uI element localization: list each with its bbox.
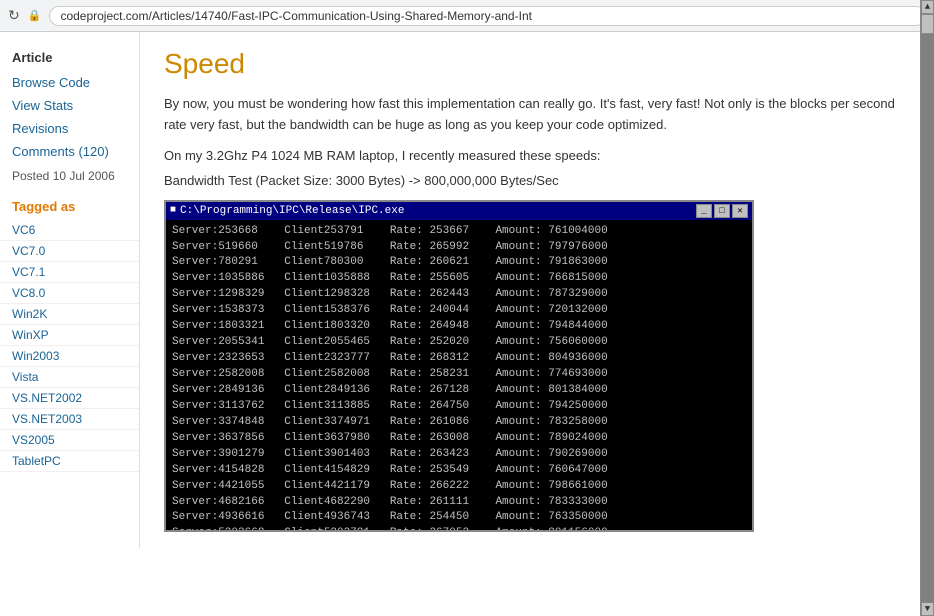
terminal-minimize-btn[interactable]: _ [696,204,712,218]
sidebar-link-revisions[interactable]: Revisions [0,117,139,140]
sidebar-posted-date: Posted 10 Jul 2006 [0,163,139,189]
sidebar-link-view-stats[interactable]: View Stats [0,94,139,117]
sidebar-tags-container: VC6VC7.0VC7.1VC8.0Win2KWinXPWin2003Vista… [0,220,139,472]
sidebar-tag-vc7.1[interactable]: VC7.1 [0,262,139,283]
url-bar[interactable]: codeproject.com/Articles/14740/Fast-IPC-… [49,6,926,26]
sidebar-tag-vs.net2003[interactable]: VS.NET2003 [0,409,139,430]
sidebar-article-title: Article [0,42,139,71]
terminal-restore-btn[interactable]: □ [714,204,730,218]
page-heading: Speed [164,48,910,80]
terminal-body: Server:253668 Client253791 Rate: 253667 … [166,220,752,530]
terminal-lines: Server:253668 Client253791 Rate: 253667 … [172,224,746,530]
speed-note: On my 3.2Ghz P4 1024 MB RAM laptop, I re… [164,148,910,163]
sidebar-link-browse-code[interactable]: Browse Code [0,71,139,94]
scrollbar-thumb[interactable] [921,32,934,34]
terminal-close-btn[interactable]: ✕ [732,204,748,218]
sidebar-tag-win2003[interactable]: Win2003 [0,346,139,367]
sidebar-tagged-label: Tagged as [0,189,139,220]
sidebar-tag-win2k[interactable]: Win2K [0,304,139,325]
sidebar-tag-vc8.0[interactable]: VC8.0 [0,283,139,304]
sidebar-tag-vista[interactable]: Vista [0,367,139,388]
scrollbar-track [921,32,934,548]
refresh-icon[interactable]: ↻ [8,7,20,24]
terminal-title-icon: ■ [170,205,176,216]
sidebar-tag-vc6[interactable]: VC6 [0,220,139,241]
sidebar: Article Browse Code View Stats Revisions… [0,32,140,548]
sidebar-tag-tabletpc[interactable]: TabletPC [0,451,139,472]
terminal-title-left: ■ C:\Programming\IPC\Release\IPC.exe [170,205,404,217]
main-content: Speed By now, you must be wondering how … [140,32,934,548]
sidebar-tag-winxp[interactable]: WinXP [0,325,139,346]
sidebar-tag-vc7.0[interactable]: VC7.0 [0,241,139,262]
bandwidth-note: Bandwidth Test (Packet Size: 3000 Bytes)… [164,173,910,188]
intro-paragraph: By now, you must be wondering how fast t… [164,94,910,136]
terminal-scrollbar[interactable]: ▲ ▼ [920,32,934,548]
terminal-title-text: C:\Programming\IPC\Release\IPC.exe [180,205,404,217]
terminal-titlebar: ■ C:\Programming\IPC\Release\IPC.exe _ □… [166,202,752,220]
page-body: Article Browse Code View Stats Revisions… [0,32,934,548]
terminal-window: ■ C:\Programming\IPC\Release\IPC.exe _ □… [164,200,754,532]
lock-icon: 🔒 [28,9,42,22]
sidebar-tag-vs.net2002[interactable]: VS.NET2002 [0,388,139,409]
sidebar-tag-vs2005[interactable]: VS2005 [0,430,139,451]
browser-bar: ↻ 🔒 codeproject.com/Articles/14740/Fast-… [0,0,934,32]
terminal-controls: _ □ ✕ [696,204,748,218]
sidebar-link-comments[interactable]: Comments (120) [0,140,139,163]
